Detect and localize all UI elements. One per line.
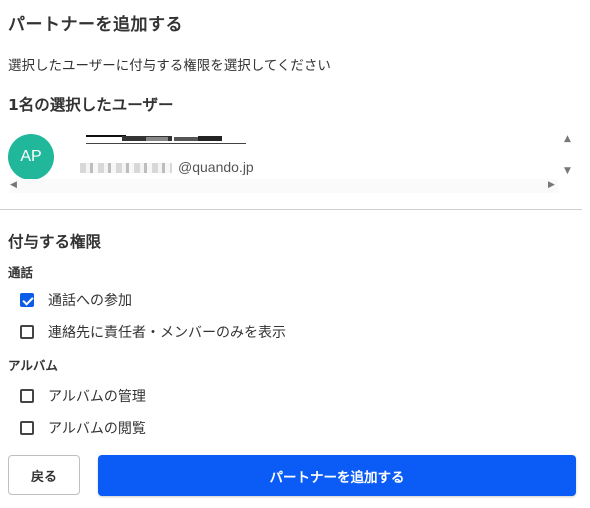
scroll-down-icon[interactable]: ▼ [564,166,571,176]
checkbox-unchecked-icon[interactable] [20,389,34,403]
selected-users-heading: 1名の選択したユーザー [8,96,174,114]
redacted-email-local [80,163,172,174]
checkbox-label: 連絡先に責任者・メンバーのみを表示 [48,325,286,341]
group-label-call: 通話 [8,265,34,280]
checkbox-unchecked-icon[interactable] [20,325,34,339]
checkbox-unchecked-icon[interactable] [20,421,34,435]
dialog-title: パートナーを追加する [8,15,183,35]
user-email: @quando.jp [80,159,254,179]
scroll-left-icon[interactable]: ◀ [10,180,17,190]
avatar: AP [8,134,54,180]
permissions-heading: 付与する権限 [8,233,102,251]
checkbox-label: アルバムの閲覧 [48,421,146,437]
checkbox-label: 通話への参加 [48,293,132,309]
scroll-up-icon[interactable]: ▲ [564,134,571,144]
checkbox-show-only-managers[interactable]: 連絡先に責任者・メンバーのみを表示 [20,321,286,343]
add-partner-dialog: パートナーを追加する 選択したユーザーに付与する権限を選択してください 1名の選… [0,0,590,508]
horizontal-scrollbar[interactable]: ◀ ▶ [10,179,558,193]
selected-user-list[interactable]: AP @quando.jp ▲ ▼ ◀ ▶ [0,126,580,193]
checkbox-album-manage[interactable]: アルバムの管理 [20,385,146,407]
back-button[interactable]: 戻る [8,455,80,495]
checkbox-label: アルバムの管理 [48,389,146,405]
add-partner-button[interactable]: パートナーを追加する [98,455,576,496]
scroll-right-icon[interactable]: ▶ [548,180,555,190]
redacted-user-name [86,135,246,147]
checkbox-album-view[interactable]: アルバムの閲覧 [20,417,146,439]
group-label-album: アルバム [8,358,58,373]
checkbox-checked-icon[interactable] [20,293,34,307]
divider [0,209,582,210]
checkbox-join-call[interactable]: 通話への参加 [20,289,132,311]
email-domain: @quando.jp [178,159,254,175]
vertical-scrollbar[interactable]: ▲ ▼ [560,126,578,178]
dialog-description: 選択したユーザーに付与する権限を選択してください [8,58,331,74]
